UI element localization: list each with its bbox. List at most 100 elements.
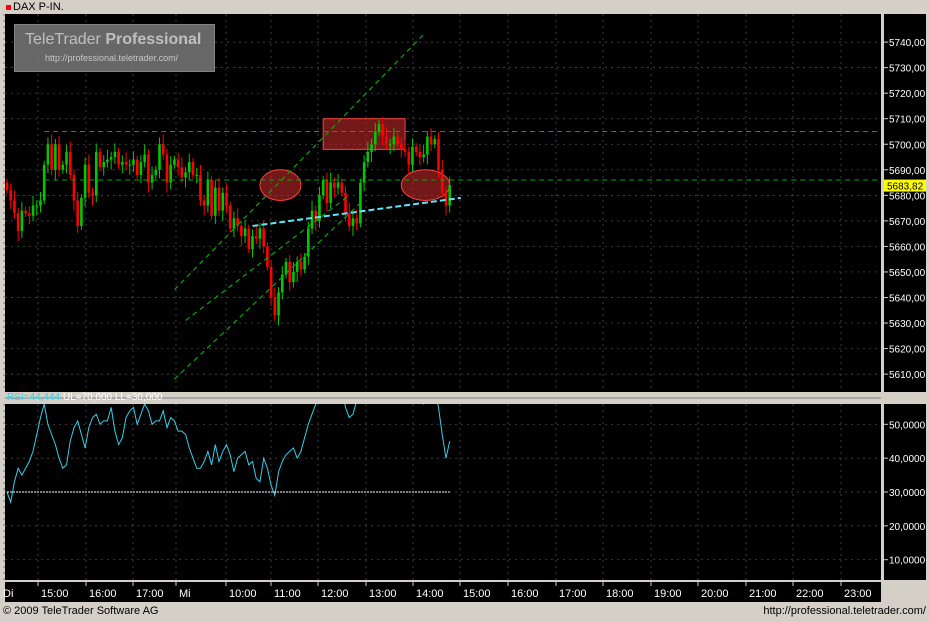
logo-title-bold: Professional bbox=[105, 31, 202, 48]
time-tick-label: 17:00 bbox=[136, 588, 164, 600]
candle-body bbox=[295, 261, 299, 272]
rsi-tick-label: 50,0000 bbox=[889, 420, 926, 431]
candle-body bbox=[448, 185, 451, 206]
rsi-params: UL=70,000 LL=30,000 bbox=[60, 392, 163, 403]
candle-body bbox=[221, 192, 225, 211]
candle-body bbox=[128, 164, 132, 166]
candle-body bbox=[333, 182, 336, 188]
price-tick-label: 5700,00 bbox=[889, 140, 926, 151]
logo-title-plain: TeleTrader bbox=[25, 31, 106, 48]
candle-body bbox=[94, 151, 98, 196]
logo-url: http://professional.teletrader.com/ bbox=[45, 53, 179, 63]
candle-body bbox=[113, 151, 117, 158]
candle-body bbox=[143, 154, 146, 163]
chart-window: 5610,00 5620,00 5630,00 5640,00 5650,00 5660,… bbox=[0, 0, 929, 622]
time-tick-label: 18:00 bbox=[606, 588, 634, 600]
candle-body bbox=[16, 213, 20, 232]
time-tick-label: 23:00 bbox=[844, 588, 872, 600]
candle-body bbox=[39, 200, 42, 206]
price-tick-label: 5660,00 bbox=[889, 242, 926, 253]
candle-body bbox=[347, 213, 351, 226]
last-price-marker: 5683,82 bbox=[884, 179, 926, 193]
footer-link[interactable]: http://professional.teletrader.com/ bbox=[763, 605, 926, 617]
candle-body bbox=[180, 167, 184, 178]
candle-body bbox=[232, 218, 236, 229]
last-price-label: 5683,82 bbox=[887, 182, 924, 193]
candle-body bbox=[206, 180, 210, 206]
time-tick-label: 16:00 bbox=[89, 588, 117, 600]
candle-body bbox=[340, 182, 344, 193]
candle-body bbox=[54, 144, 57, 170]
candle-body bbox=[373, 131, 377, 145]
candle-body bbox=[42, 164, 46, 201]
price-tick-label: 5720,00 bbox=[889, 89, 926, 100]
candle-body bbox=[68, 151, 72, 175]
time-tick-label: 15:00 bbox=[463, 588, 491, 600]
price-tick-label: 5640,00 bbox=[889, 294, 926, 305]
chart-canvas: 5610,00 5620,00 5630,00 5640,00 5650,00 5660,… bbox=[3, 14, 926, 602]
candle-body bbox=[13, 200, 16, 214]
candle-body bbox=[385, 136, 388, 145]
candle-body bbox=[65, 151, 68, 165]
candle-body bbox=[9, 190, 13, 201]
candle-body bbox=[117, 151, 120, 165]
price-tick-label: 5730,00 bbox=[889, 64, 926, 75]
price-tick-label: 5710,00 bbox=[889, 115, 926, 126]
teletrader-logo: TeleTrader Professional http://professio… bbox=[14, 24, 215, 72]
candle-body bbox=[388, 144, 392, 146]
candle-body bbox=[202, 200, 206, 206]
candle-body bbox=[247, 228, 251, 249]
candle-body bbox=[165, 154, 169, 183]
candle-body bbox=[135, 159, 139, 175]
price-tick-label: 5610,00 bbox=[889, 370, 926, 381]
candle-body bbox=[433, 139, 437, 145]
candle-body bbox=[61, 164, 65, 170]
candle-body bbox=[321, 180, 325, 196]
candle-body bbox=[173, 159, 176, 165]
price-tick-label: 5620,00 bbox=[889, 345, 926, 356]
instrument-name: DAX P-IN. bbox=[13, 1, 64, 13]
time-tick-label: 10:00 bbox=[229, 588, 257, 600]
candle-body bbox=[381, 123, 385, 137]
candle-body bbox=[396, 136, 399, 145]
candle-body bbox=[359, 182, 362, 224]
candle-body bbox=[225, 192, 228, 206]
candle-body bbox=[277, 292, 280, 316]
candle-body bbox=[329, 182, 332, 203]
highlight-rect bbox=[322, 118, 406, 150]
candle-body bbox=[5, 182, 9, 191]
candle-body bbox=[217, 187, 221, 211]
candle-body bbox=[351, 218, 355, 226]
candle-body bbox=[121, 162, 124, 165]
highlight-ellipse bbox=[259, 169, 302, 201]
candle-body bbox=[57, 144, 61, 170]
candle-body bbox=[98, 151, 102, 168]
candle-body bbox=[50, 144, 53, 170]
price-tick-label: 5690,00 bbox=[889, 166, 926, 177]
candle-body bbox=[240, 225, 243, 237]
rsi-tick-label: 10,0000 bbox=[889, 556, 926, 567]
candle-body bbox=[31, 205, 35, 216]
rsi-value: RSI=44,444 bbox=[7, 392, 61, 403]
candle-body bbox=[292, 271, 295, 283]
candle-body bbox=[158, 144, 161, 170]
candle-body bbox=[243, 228, 247, 237]
candle-body bbox=[106, 159, 109, 163]
time-tick-label: 13:00 bbox=[369, 588, 397, 600]
candle-body bbox=[355, 218, 358, 224]
candle-body bbox=[314, 210, 318, 221]
candle-body bbox=[310, 210, 314, 229]
candle-body bbox=[199, 174, 202, 201]
time-tick-label: 11:00 bbox=[274, 588, 301, 600]
candle-body bbox=[273, 297, 277, 316]
candle-body bbox=[426, 136, 429, 155]
candle-body bbox=[251, 236, 254, 249]
time-tick-label: 12:00 bbox=[321, 588, 349, 600]
time-tick-label: Di bbox=[3, 588, 13, 600]
candle-body bbox=[24, 210, 27, 214]
time-tick-label: 22:00 bbox=[796, 588, 824, 600]
candle-body bbox=[414, 146, 418, 152]
candle-body bbox=[429, 136, 433, 145]
time-tick-label: Mi bbox=[179, 588, 191, 600]
candle-body bbox=[150, 174, 154, 183]
